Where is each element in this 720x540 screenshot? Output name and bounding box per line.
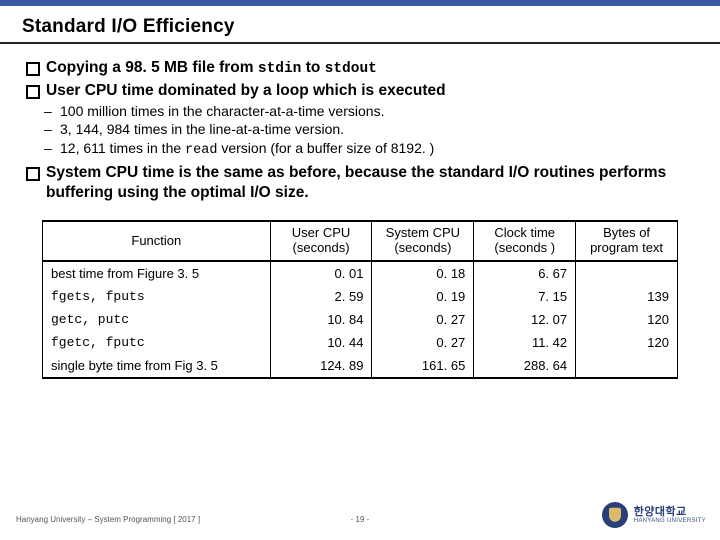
th-bytes: Bytes of program text [576, 221, 678, 261]
bullet-copying: Copying a 98. 5 MB file from stdin to st… [22, 58, 698, 78]
table-row: getc, putc10. 840. 2712. 07120 [43, 308, 678, 331]
cell-clock: 12. 07 [474, 308, 576, 331]
th-user-cpu: User CPU (seconds) [270, 221, 372, 261]
cell-function: best time from Figure 3. 5 [43, 261, 271, 285]
subbullet-line-at-a-time: 3, 144, 984 times in the line-at-a-time … [22, 121, 698, 139]
perf-table: Function User CPU (seconds) System CPU (… [42, 220, 678, 379]
table-row: fgetc, fputc10. 440. 2711. 42120 [43, 331, 678, 354]
bullet-list-level1-cont: System CPU time is the same as before, b… [22, 163, 698, 202]
table-row: single byte time from Fig 3. 5124. 89161… [43, 354, 678, 378]
cell-function: single byte time from Fig 3. 5 [43, 354, 271, 378]
cell-clock: 288. 64 [474, 354, 576, 378]
cell-function: getc, putc [43, 308, 271, 331]
bullet-usercpu-heading: User CPU time dominated by a loop which … [22, 81, 698, 100]
university-logo: 한양대학교 HANYANG UNIVERSITY [602, 502, 706, 528]
cell-bytes: 120 [576, 308, 678, 331]
cell-bytes: 120 [576, 331, 678, 354]
code-stdin: stdin [258, 61, 302, 77]
cell-scpu: 0. 18 [372, 261, 474, 285]
cell-clock: 6. 67 [474, 261, 576, 285]
cell-ucpu: 0. 01 [270, 261, 372, 285]
cell-ucpu: 2. 59 [270, 285, 372, 308]
table-body: best time from Figure 3. 50. 010. 186. 6… [43, 261, 678, 378]
logo-korean: 한양대학교 [634, 507, 706, 518]
cell-scpu: 161. 65 [372, 354, 474, 378]
footer: Hanyang University – System Programming … [0, 502, 720, 530]
subbullet-read-version: 12, 611 times in the read version (for a… [22, 140, 698, 160]
subbullet-read-b: version (for a buffer size of 8192. ) [217, 140, 434, 156]
cell-clock: 11. 42 [474, 331, 576, 354]
table-row: fgets, fputs2. 590. 197. 15139 [43, 285, 678, 308]
subbullet-read-a: 12, 611 times in the [60, 140, 185, 156]
cell-ucpu: 124. 89 [270, 354, 372, 378]
cell-scpu: 0. 19 [372, 285, 474, 308]
th-system-cpu: System CPU (seconds) [372, 221, 474, 261]
logo-text: 한양대학교 HANYANG UNIVERSITY [634, 507, 706, 524]
bullet-list-level2: 100 million times in the character-at-a-… [22, 103, 698, 160]
logo-badge-icon [602, 502, 628, 528]
table-wrapper: Function User CPU (seconds) System CPU (… [42, 220, 678, 379]
code-stdout: stdout [325, 61, 377, 77]
cell-function: fgetc, fputc [43, 331, 271, 354]
page-title: Standard I/O Efficiency [22, 16, 698, 38]
code-read: read [185, 143, 217, 158]
cell-ucpu: 10. 84 [270, 308, 372, 331]
cell-clock: 7. 15 [474, 285, 576, 308]
th-clock-time: Clock time (seconds ) [474, 221, 576, 261]
logo-english: HANYANG UNIVERSITY [634, 518, 706, 524]
title-bar: Standard I/O Efficiency [0, 6, 720, 44]
cell-scpu: 0. 27 [372, 331, 474, 354]
cell-ucpu: 10. 44 [270, 331, 372, 354]
bullet-copying-text-b: to [301, 59, 324, 76]
table-row: best time from Figure 3. 50. 010. 186. 6… [43, 261, 678, 285]
cell-bytes [576, 354, 678, 378]
table-header-row: Function User CPU (seconds) System CPU (… [43, 221, 678, 261]
cell-bytes: 139 [576, 285, 678, 308]
subbullet-char-at-a-time: 100 million times in the character-at-a-… [22, 103, 698, 121]
cell-scpu: 0. 27 [372, 308, 474, 331]
cell-function: fgets, fputs [43, 285, 271, 308]
th-function: Function [43, 221, 271, 261]
bullet-list-level1: Copying a 98. 5 MB file from stdin to st… [22, 58, 698, 101]
bullet-syscpu: System CPU time is the same as before, b… [22, 163, 698, 202]
cell-bytes [576, 261, 678, 285]
bullet-copying-text-a: Copying a 98. 5 MB file from [46, 59, 258, 76]
slide-content: Copying a 98. 5 MB file from stdin to st… [0, 44, 720, 379]
